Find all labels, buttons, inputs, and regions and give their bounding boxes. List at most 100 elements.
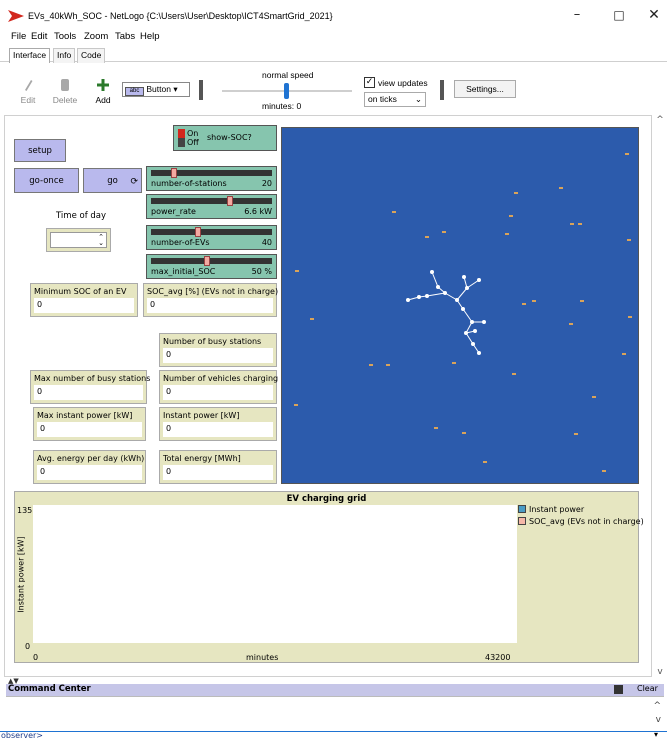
slider-max-initial-soc[interactable]: max_initial_SOC 50 %	[146, 254, 277, 279]
tab-code[interactable]: Code	[77, 48, 106, 63]
station-marker	[532, 300, 536, 302]
vertical-scrollbar[interactable]: ^ v	[653, 115, 667, 677]
slider-number-of-stations[interactable]: number-of-stations 20	[146, 166, 277, 191]
monitor-value: 0	[163, 422, 273, 437]
monitor-label: Total energy [MWh]	[163, 454, 241, 463]
ev-marker	[461, 307, 465, 311]
tab-info[interactable]: Info	[53, 48, 76, 63]
station-marker	[452, 362, 456, 364]
settings-button[interactable]: Settings...	[454, 80, 516, 98]
slider-value: 50 %	[251, 267, 272, 276]
spinner-icon[interactable]: ⌃ ⌄	[96, 234, 106, 247]
station-marker	[462, 432, 466, 434]
switch-on-label: On	[187, 129, 199, 138]
ev-marker	[477, 278, 481, 282]
ev-marker	[417, 295, 421, 299]
update-mode-dropdown[interactable]: on ticks ⌄	[364, 92, 426, 107]
observer-prompt[interactable]: observer>	[1, 731, 43, 740]
slider-value: 40	[261, 238, 272, 247]
slider-track[interactable]	[151, 198, 272, 204]
scroll-up-icon[interactable]: ^	[653, 701, 661, 711]
scroll-down-icon[interactable]: v	[653, 667, 667, 677]
station-marker	[559, 187, 563, 189]
menu-edit[interactable]: Edit	[31, 31, 47, 42]
plot-area	[33, 505, 517, 643]
slider-handle[interactable]	[194, 227, 201, 237]
close-button[interactable]: ✕	[635, 3, 667, 27]
menu-file[interactable]: File	[11, 31, 26, 42]
ev-marker	[425, 294, 429, 298]
monitor-label: Instant power [kW]	[163, 411, 240, 420]
legend-swatch	[518, 505, 526, 513]
time-of-day-input[interactable]: ⌃ ⌄	[46, 228, 111, 252]
slider-number-of-evs[interactable]: number-of-EVs 40	[146, 225, 277, 250]
plot-x-max: 43200	[485, 653, 511, 662]
ev-charging-grid-plot[interactable]: EV charging grid 135 0 0 minutes 43200 I…	[14, 491, 644, 663]
slider-value: 6.6 kW	[244, 207, 272, 216]
widget-type-dropdown[interactable]: abc Button ▾	[122, 82, 190, 97]
slider-label: number-of-stations	[151, 179, 227, 188]
edit-label: Edit	[20, 95, 36, 105]
ev-marker	[465, 286, 469, 290]
scroll-down-icon[interactable]: v	[656, 715, 661, 725]
slider-track[interactable]	[151, 229, 272, 235]
go-once-button[interactable]: go-once	[14, 168, 79, 193]
station-marker	[483, 461, 487, 463]
speed-label: normal speed	[262, 70, 314, 80]
slider-handle[interactable]	[203, 256, 210, 266]
tab-interface[interactable]: Interface	[9, 48, 51, 63]
widget-type-value: Button	[146, 84, 171, 94]
edit-button[interactable]: Edit	[11, 78, 45, 105]
ev-marker	[430, 270, 434, 274]
slider-value: 20	[261, 179, 272, 188]
speed-slider-handle[interactable]	[284, 83, 289, 99]
ev-marker	[477, 351, 481, 355]
setup-button[interactable]: setup	[14, 139, 66, 162]
menu-help[interactable]: Help	[140, 31, 160, 42]
delete-button[interactable]: Delete	[48, 78, 82, 105]
slider-track[interactable]	[151, 170, 272, 176]
view-updates-checkbox[interactable]: ✓	[364, 77, 375, 88]
monitor-value: 0	[34, 298, 134, 313]
ev-link	[444, 292, 458, 301]
time-of-day-label: Time of day	[56, 211, 107, 221]
maximize-button[interactable]: □	[600, 3, 638, 27]
world-view[interactable]	[281, 127, 639, 484]
agent-dropdown-icon[interactable]: ▾	[654, 730, 658, 739]
expand-icon[interactable]	[614, 685, 623, 694]
station-marker	[509, 215, 513, 217]
ev-link	[426, 292, 446, 297]
view-updates-label: view updates	[378, 78, 428, 88]
monitor-total-energy: Total energy [MWh] 0	[159, 450, 277, 484]
ev-marker	[436, 285, 440, 289]
command-input[interactable]	[0, 731, 667, 740]
slider-handle[interactable]	[226, 196, 233, 206]
menu-tabs[interactable]: Tabs	[115, 31, 135, 42]
monitor-value: 0	[163, 385, 273, 400]
ev-link	[466, 279, 480, 289]
station-marker	[625, 153, 629, 155]
ev-marker	[470, 320, 474, 324]
station-marker	[386, 364, 390, 366]
menu-zoom[interactable]: Zoom	[84, 31, 108, 42]
station-marker	[369, 364, 373, 366]
station-marker	[505, 233, 509, 235]
menu-tools[interactable]: Tools	[54, 31, 76, 42]
slider-label: max_initial_SOC	[151, 267, 216, 276]
clear-button[interactable]: Clear	[637, 684, 658, 693]
slider-track[interactable]	[151, 258, 272, 264]
slider-power-rate[interactable]: power_rate 6.6 kW	[146, 194, 277, 219]
show-soc-switch[interactable]: On Off show-SOC?	[173, 125, 277, 151]
show-soc-label: show-SOC?	[207, 133, 252, 142]
add-button[interactable]: Add	[86, 78, 120, 105]
slider-label: number-of-EVs	[151, 238, 210, 247]
go-button[interactable]: go ⟳	[83, 168, 142, 193]
monitor-value: 0	[163, 465, 273, 480]
slider-handle[interactable]	[170, 168, 177, 178]
minimize-button[interactable]: –	[558, 3, 596, 27]
scroll-up-icon[interactable]: ^	[653, 115, 667, 125]
add-label: Add	[95, 95, 111, 105]
switch-off-label: Off	[187, 138, 199, 147]
ticks-counter: minutes: 0	[262, 101, 302, 111]
ev-marker	[406, 298, 410, 302]
